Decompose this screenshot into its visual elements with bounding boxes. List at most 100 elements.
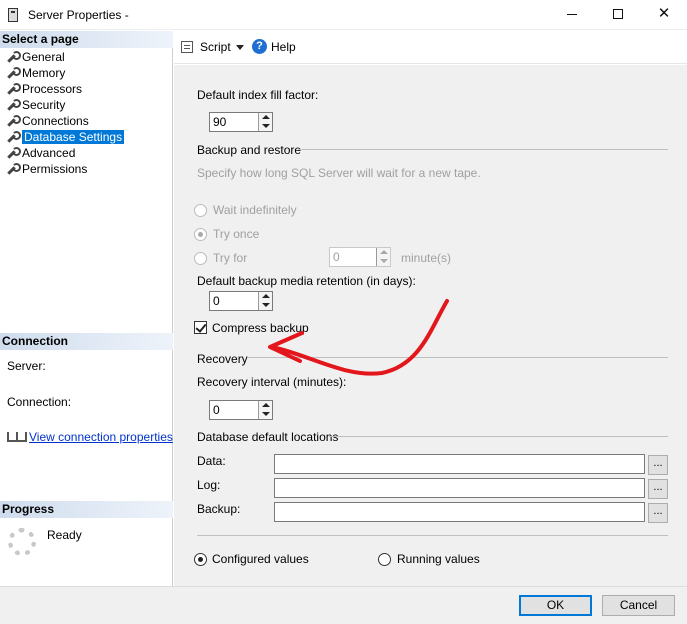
try-for-value: 0	[333, 250, 340, 264]
recovery-interval-label: Recovery interval (minutes):	[197, 375, 347, 389]
script-dropdown-icon[interactable]	[236, 45, 244, 50]
group-divider	[197, 535, 668, 536]
connection-icon	[7, 430, 27, 442]
retention-value: 0	[213, 294, 220, 308]
page-item-label: General	[22, 50, 65, 64]
page-item-general[interactable]: General	[6, 49, 65, 65]
recovery-interval-stepper[interactable]: 0	[209, 400, 273, 420]
recovery-group-label: Recovery	[197, 352, 248, 366]
settings-panel: Default index fill factor: 90 Backup and…	[174, 65, 687, 586]
select-page-header: Select a page	[0, 31, 173, 48]
wrench-icon	[6, 163, 21, 175]
page-item-advanced[interactable]: Advanced	[6, 145, 75, 161]
close-button[interactable]: ✕	[641, 0, 687, 30]
group-divider	[329, 436, 668, 437]
title-bar: Server Properties - ✕	[0, 0, 687, 30]
wrench-icon	[6, 147, 21, 159]
arrow-up-icon	[262, 115, 270, 119]
wrench-icon	[6, 131, 21, 143]
data-path-input[interactable]	[274, 454, 645, 474]
page-item-label: Security	[22, 98, 66, 112]
wrench-icon	[6, 67, 21, 79]
page-item-security[interactable]: Security	[6, 97, 65, 113]
maximize-icon	[613, 9, 623, 20]
arrow-down-icon	[262, 303, 270, 307]
stepper-buttons[interactable]	[258, 292, 272, 310]
connection-label: Connection:	[7, 395, 72, 409]
backup-browse-button[interactable]: ...	[648, 503, 668, 523]
page-item-processors[interactable]: Processors	[6, 81, 82, 97]
log-label: Log:	[197, 478, 221, 492]
compress-backup-checkbox[interactable]	[194, 321, 207, 334]
log-browse-button[interactable]: ...	[648, 479, 668, 499]
toolbar: Script ? Help	[174, 31, 687, 64]
page-item-memory[interactable]: Memory	[6, 65, 65, 81]
wait-indefinitely-radio[interactable]	[194, 204, 207, 217]
page-item-permissions[interactable]: Permissions	[6, 161, 87, 177]
arrow-down-icon	[262, 124, 270, 128]
progress-header: Progress	[0, 501, 173, 518]
minutes-unit-label: minute(s)	[401, 251, 452, 265]
arrow-down-icon	[380, 259, 388, 263]
help-button[interactable]: Help	[271, 40, 296, 54]
page-item-label: Database Settings	[22, 130, 125, 144]
minimize-icon	[567, 13, 577, 15]
wrench-icon	[6, 51, 21, 63]
view-connection-row[interactable]: View connection properties	[7, 430, 173, 444]
help-icon[interactable]: ?	[252, 39, 267, 54]
script-icon[interactable]	[181, 41, 193, 53]
script-button[interactable]: Script	[200, 40, 231, 54]
fill-factor-value: 90	[213, 115, 227, 129]
configured-values-label: Configured values	[212, 552, 309, 566]
stepper-buttons[interactable]	[258, 401, 272, 419]
try-for-radio[interactable]	[194, 252, 207, 265]
stepper-buttons[interactable]	[376, 248, 390, 266]
group-divider	[298, 149, 668, 150]
arrow-down-icon	[262, 412, 270, 416]
progress-status: Ready	[47, 528, 82, 542]
wrench-icon	[6, 115, 21, 127]
window-title: Server Properties -	[28, 8, 129, 22]
arrow-up-icon	[262, 403, 270, 407]
group-divider	[248, 357, 668, 358]
progress-spinner-icon	[8, 528, 36, 556]
try-once-label: Try once	[213, 227, 260, 241]
backup-hint: Specify how long SQL Server will wait fo…	[197, 166, 481, 180]
maximize-button[interactable]	[595, 0, 641, 30]
left-pane: Select a page General Memory Processors …	[0, 31, 173, 586]
stepper-buttons[interactable]	[258, 113, 272, 131]
try-for-stepper[interactable]: 0	[329, 247, 391, 267]
ok-button[interactable]: OK	[519, 595, 592, 616]
retention-stepper[interactable]: 0	[209, 291, 273, 311]
page-item-label: Advanced	[22, 146, 76, 160]
recovery-interval-value: 0	[213, 403, 220, 417]
page-item-label: Connections	[22, 114, 89, 128]
try-once-radio[interactable]	[194, 228, 207, 241]
backup-restore-group-label: Backup and restore	[197, 143, 302, 157]
wait-indefinitely-label: Wait indefinitely	[213, 203, 297, 217]
backup-path-input[interactable]	[274, 502, 645, 522]
wrench-icon	[6, 99, 21, 111]
view-connection-link[interactable]: View connection properties	[29, 430, 173, 444]
page-item-label: Processors	[22, 82, 83, 96]
fill-factor-stepper[interactable]: 90	[209, 112, 273, 132]
server-icon	[8, 8, 18, 22]
data-browse-button[interactable]: ...	[648, 455, 668, 475]
server-label: Server:	[7, 359, 46, 373]
running-values-radio[interactable]	[378, 553, 391, 566]
log-path-input[interactable]	[274, 478, 645, 498]
connection-header: Connection	[0, 333, 173, 350]
page-item-connections[interactable]: Connections	[6, 113, 89, 129]
minimize-button[interactable]	[549, 0, 595, 30]
data-label: Data:	[197, 454, 226, 468]
try-for-label: Try for	[213, 251, 248, 265]
page-item-database-settings[interactable]: Database Settings	[6, 129, 125, 145]
cancel-button[interactable]: Cancel	[602, 595, 675, 616]
close-icon: ✕	[657, 5, 671, 22]
compress-backup-label: Compress backup	[212, 321, 309, 335]
running-values-label: Running values	[397, 552, 480, 566]
fill-factor-label: Default index fill factor:	[197, 88, 319, 102]
arrow-up-icon	[380, 250, 388, 254]
configured-values-radio[interactable]	[194, 553, 207, 566]
backup-label: Backup:	[197, 502, 241, 516]
